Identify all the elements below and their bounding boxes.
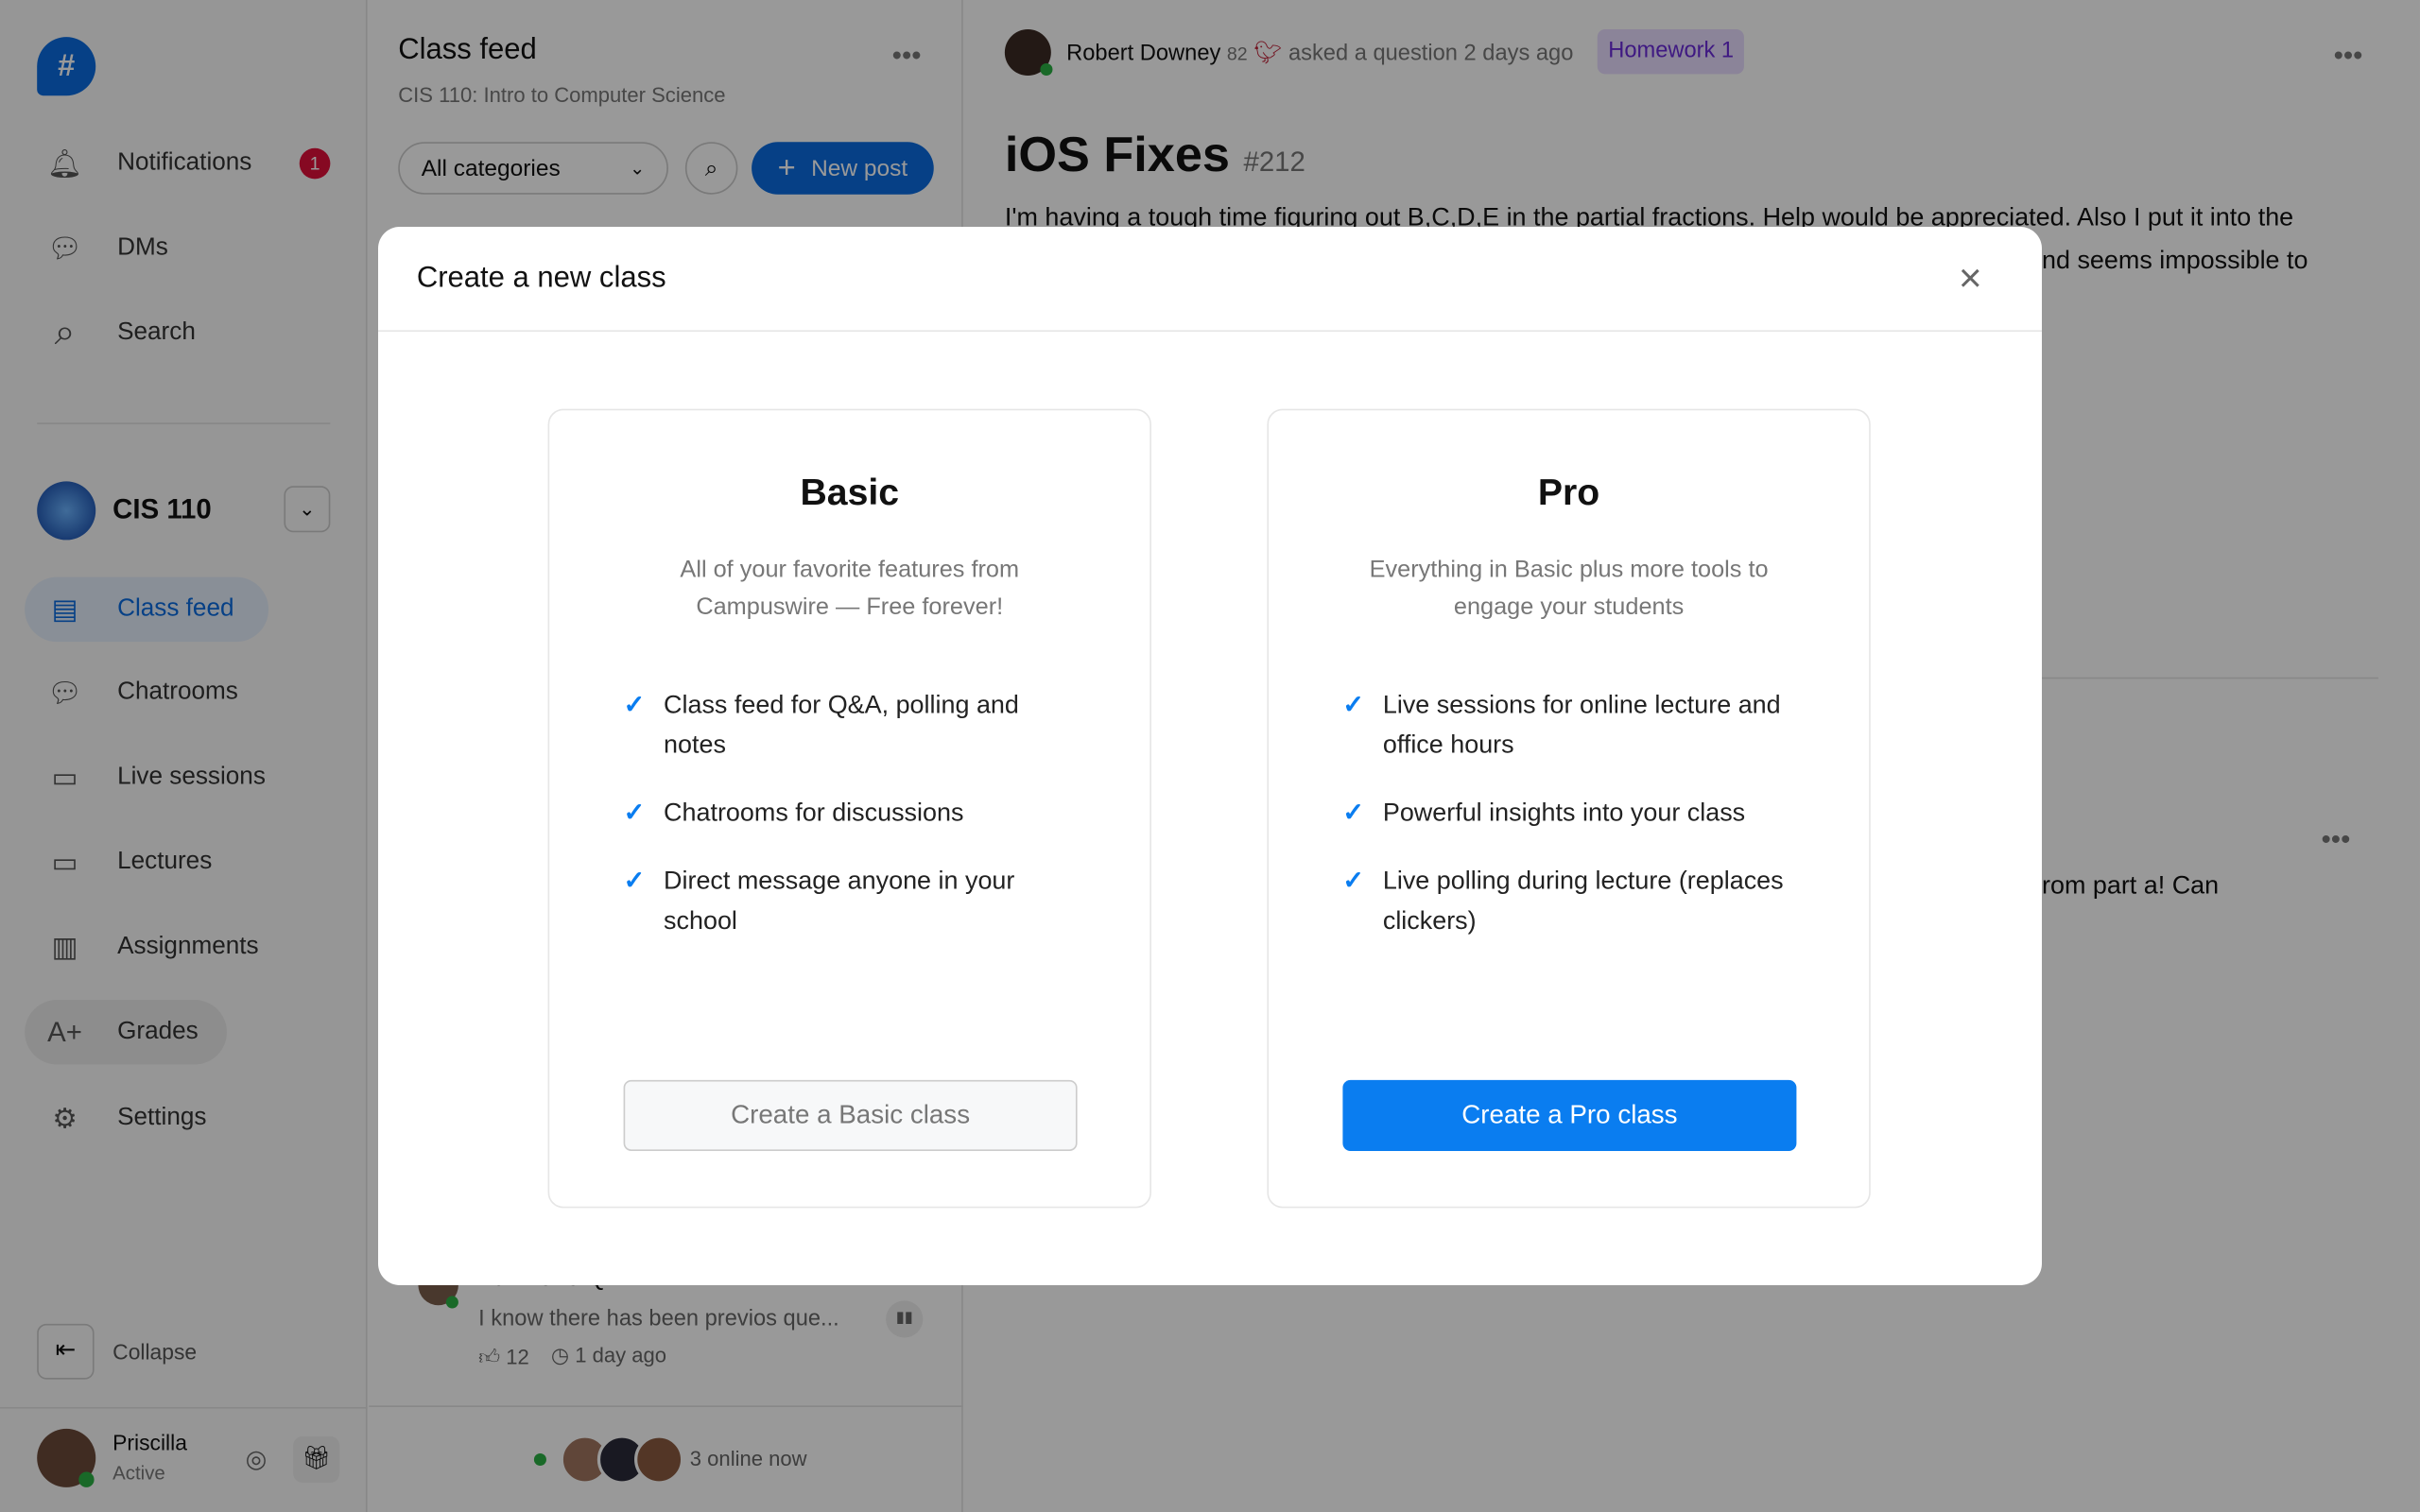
feature-text: Live sessions for online lecture and off…	[1382, 691, 1781, 760]
feature-list: ✓ Class feed for Q&A, polling and notes ✓ C…	[624, 685, 1087, 941]
feature-item: ✓ Powerful insights into your class	[1342, 793, 1806, 833]
create-class-modal: Create a new class × Basic All of your fa…	[377, 226, 2042, 1285]
check-icon: ✓	[1342, 867, 1364, 895]
plan-description: All of your favorite features from Campu…	[680, 557, 1020, 621]
modal-header: Create a new class	[377, 227, 2042, 333]
feature-item: ✓ Direct message anyone in your school	[624, 861, 1087, 941]
check-icon: ✓	[623, 691, 646, 719]
modal-title: Create a new class	[416, 261, 666, 295]
plan-card-basic: Basic All of your favorite features from …	[547, 408, 1151, 1209]
check-icon: ✓	[623, 867, 646, 895]
feature-item: ✓ Chatrooms for discussions	[624, 793, 1087, 833]
feature-text: Chatrooms for discussions	[664, 799, 964, 828]
create-basic-class-button[interactable]: Create a Basic class	[623, 1079, 1078, 1151]
plan-name: Basic	[800, 472, 900, 514]
plan-name: Pro	[1537, 472, 1600, 514]
feature-list: ✓ Live sessions for online lecture and of…	[1342, 685, 1806, 941]
check-icon: ✓	[1342, 691, 1364, 719]
feature-text: Direct message anyone in your school	[664, 867, 1015, 936]
feature-item: ✓ Class feed for Q&A, polling and notes	[624, 685, 1087, 765]
feature-item: ✓ Live sessions for online lecture and of…	[1342, 685, 1806, 765]
feature-text: Class feed for Q&A, polling and notes	[664, 691, 1019, 760]
check-icon: ✓	[1342, 799, 1364, 828]
close-icon[interactable]: ×	[1959, 254, 1982, 302]
check-icon: ✓	[623, 799, 646, 828]
create-pro-class-button[interactable]: Create a Pro class	[1342, 1079, 1797, 1151]
feature-text: Powerful insights into your class	[1382, 799, 1746, 828]
plan-card-pro: Pro Everything in Basic plus more tools t…	[1267, 408, 1871, 1209]
plan-description: Everything in Basic plus more tools to e…	[1369, 557, 1769, 621]
feature-text: Live polling during lecture (replaces cl…	[1382, 867, 1784, 936]
feature-item: ✓ Live polling during lecture (replaces c…	[1342, 861, 1806, 941]
